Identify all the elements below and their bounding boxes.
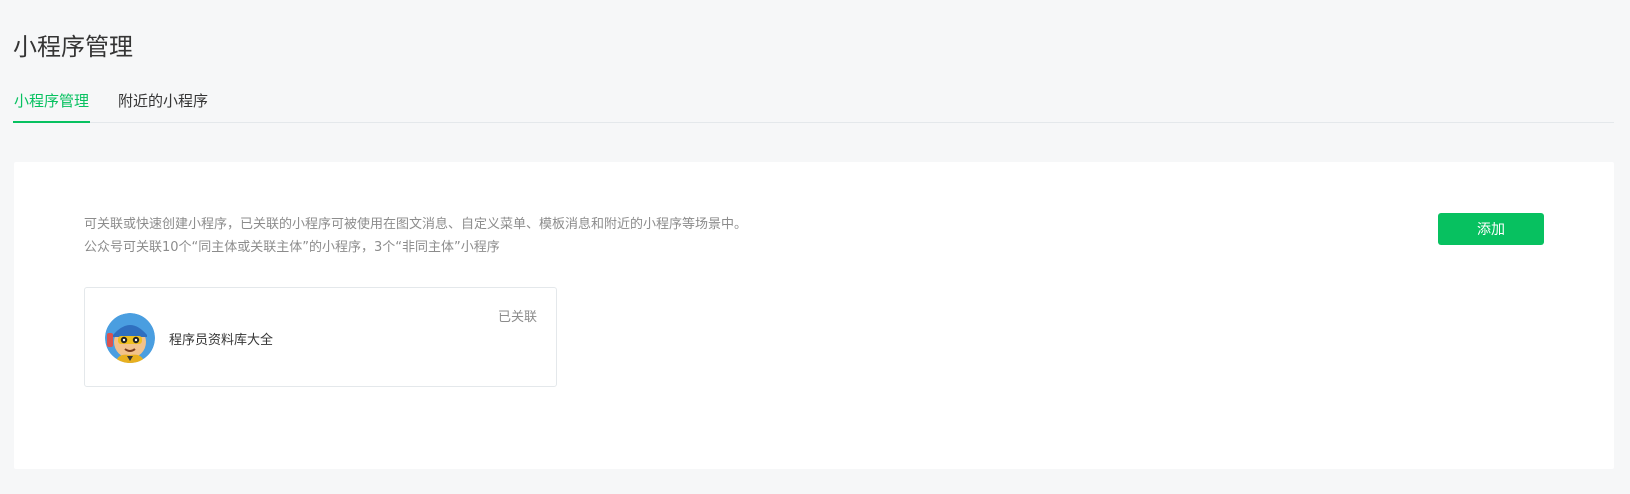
description-line-2: 公众号可关联10个“同主体或关联主体”的小程序，3个“非同主体”小程序 (84, 240, 500, 255)
tab-nearby-mini-programs[interactable]: 附近的小程序 (118, 88, 208, 123)
mini-program-panel: 可关联或快速创建小程序，已关联的小程序可被使用在图文消息、自定义菜单、模板消息和… (14, 162, 1614, 469)
description-line-1: 可关联或快速创建小程序，已关联的小程序可被使用在图文消息、自定义菜单、模板消息和… (84, 217, 748, 232)
status-badge: 已关联 (497, 310, 537, 325)
tab-bar: 小程序管理 附近的小程序 (13, 88, 1614, 123)
cartoon-avatar-icon (105, 313, 155, 363)
mini-program-name: 程序员资料库大全 (169, 333, 274, 348)
page: 小程序管理 小程序管理 附近的小程序 可关联或快速创建小程序，已关联的小程序可被… (0, 0, 1630, 494)
add-button[interactable]: 添加 (1438, 213, 1544, 245)
tab-mini-program-management[interactable]: 小程序管理 (13, 88, 91, 123)
description: 可关联或快速创建小程序，已关联的小程序可被使用在图文消息、自定义菜单、模板消息和… (84, 213, 747, 259)
avatar-graphic (105, 313, 155, 363)
mini-program-card[interactable]: 已关联 程序员资料库大全 (84, 287, 557, 387)
page-title: 小程序管理 (13, 33, 133, 61)
